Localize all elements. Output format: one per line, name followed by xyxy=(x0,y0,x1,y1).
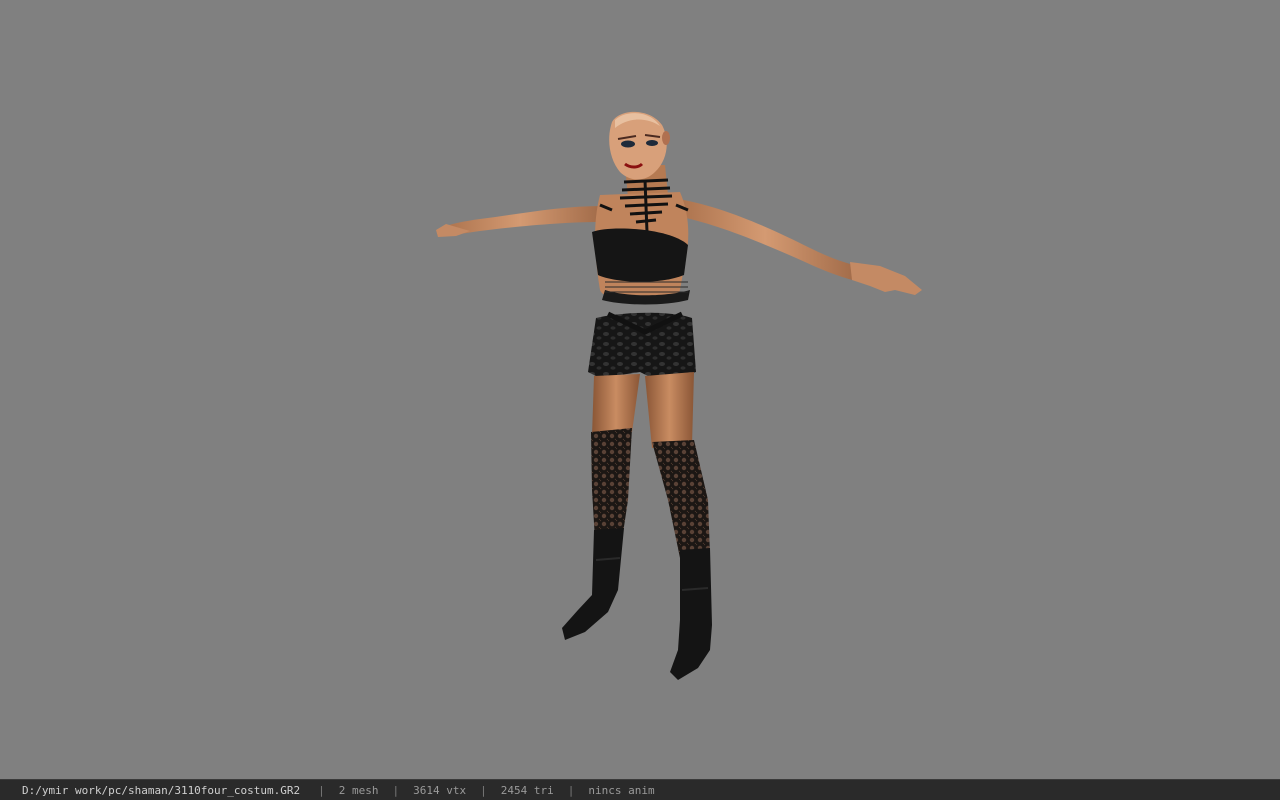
right-boot xyxy=(670,548,712,680)
character-model[interactable] xyxy=(0,0,1280,779)
file-path: D:/ymir work/pc/shaman/3110four_costum.G… xyxy=(22,783,301,797)
right-hand xyxy=(850,262,922,295)
right-thigh xyxy=(645,372,694,448)
right-arm xyxy=(672,198,858,280)
triangle-count: 2454 tri xyxy=(500,783,554,797)
right-stocking xyxy=(652,440,710,558)
shorts xyxy=(588,312,696,382)
left-boot xyxy=(562,528,624,640)
animation-status: nincs anim xyxy=(588,783,655,797)
vertex-count: 3614 vtx xyxy=(413,783,467,797)
mesh-count: 2 mesh xyxy=(338,783,379,797)
separator: | xyxy=(567,783,575,797)
separator: | xyxy=(318,783,325,797)
separator: | xyxy=(392,783,400,797)
separator: | xyxy=(480,783,487,797)
left-thigh xyxy=(592,374,640,436)
3d-viewport[interactable] xyxy=(0,0,1280,779)
left-stocking xyxy=(591,428,632,540)
status-bar: D:/ymir work/pc/shaman/3110four_costum.G… xyxy=(0,779,1280,800)
